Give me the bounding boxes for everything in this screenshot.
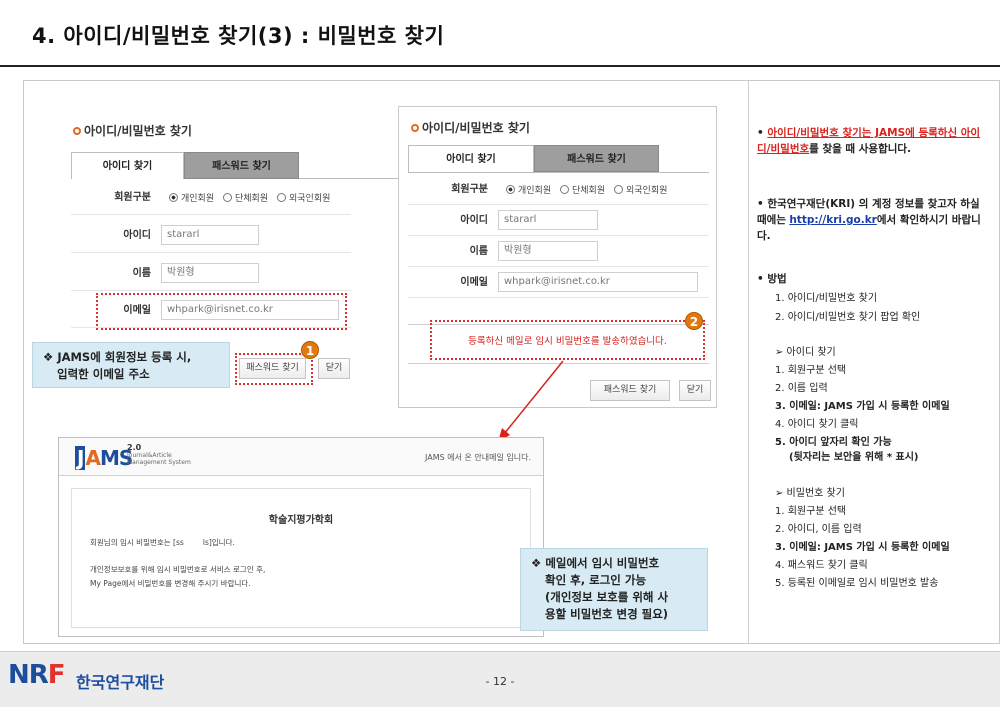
- id-find-title: ➢ 아이디 찾기: [775, 347, 836, 358]
- email-row: 이메일 whpark@irisnet.co.kr: [408, 267, 709, 298]
- arrow-icon: [498, 360, 564, 442]
- member-type-row: 회원구분 개인회원 단체회원 외국인회원: [408, 174, 709, 205]
- id-input[interactable]: stararl: [498, 210, 598, 230]
- member-type-radios[interactable]: 개인회원 단체회원 외국인회원: [163, 191, 330, 204]
- pw-find-step: 4. 패스워드 찾기 클릭: [775, 560, 868, 571]
- email-preview: J AMS 2.0 Journal&Article Management Syst…: [58, 437, 544, 637]
- pw-find-step: 5. 등록된 이메일로 임시 비밀번호 발송: [775, 578, 939, 589]
- notes-divider: [748, 81, 749, 643]
- tab-find-id[interactable]: 아이디 찾기: [408, 145, 534, 172]
- radio-foreigner[interactable]: [614, 185, 623, 194]
- email-line: My Page에서 비밀번호를 변경해 주시기 바랍니다.: [90, 579, 251, 588]
- radio-individual[interactable]: [506, 185, 515, 194]
- bullet-icon: [411, 124, 419, 132]
- organization-name: 한국연구재단: [76, 673, 165, 692]
- id-find-step: 3. 이메일: JAMS 가입 시 등록한 이메일: [775, 401, 950, 412]
- panel-title: 아이디/비밀번호 찾기: [411, 119, 530, 136]
- email-body: 학술지평가학회 회원님의 임시 비밀번호는 [ss ls]입니다. 개인정보보호…: [71, 488, 531, 628]
- id-row: 아이디 stararl: [71, 218, 351, 253]
- note-2: • 한국연구재단(KRI) 의 계정 정보를 찾고자 하실 때에는 http:/…: [757, 198, 981, 242]
- name-input[interactable]: 박원형: [161, 263, 259, 283]
- panel-title: 아이디/비밀번호 찾기: [73, 122, 192, 139]
- member-type-radios[interactable]: 개인회원 단체회원 외국인회원: [500, 183, 667, 196]
- jams-logo: J AMS: [75, 446, 133, 470]
- pw-find-step: 1. 회원구분 선택: [775, 506, 847, 517]
- step-2-badge: 2: [685, 312, 703, 330]
- radio-group[interactable]: [223, 193, 232, 202]
- tab-find-id[interactable]: 아이디 찾기: [71, 152, 184, 179]
- pw-find-step: 2. 아이디, 이름 입력: [775, 524, 862, 535]
- id-find-step: 2. 이름 입력: [775, 383, 828, 394]
- button-highlight: [235, 353, 313, 385]
- id-input[interactable]: stararl: [161, 225, 259, 245]
- sent-message: 등록하신 메일로 임시 비밀번호를 발송하였습니다.: [468, 336, 667, 347]
- radio-group[interactable]: [560, 185, 569, 194]
- radio-individual[interactable]: [169, 193, 178, 202]
- close-button[interactable]: 닫기: [679, 380, 711, 401]
- radio-foreigner[interactable]: [277, 193, 286, 202]
- step-1-badge: 1: [301, 341, 319, 359]
- kri-link[interactable]: http://kri.go.kr: [789, 214, 877, 226]
- email-highlight: [96, 293, 347, 330]
- nrf-logo: NRF: [8, 660, 66, 690]
- method-step: 1. 아이디/비밀번호 찾기: [775, 293, 878, 304]
- id-find-step: 1. 회원구분 선택: [775, 365, 847, 376]
- email-line: 회원님의 임시 비밀번호는 [ss ls]입니다.: [90, 538, 235, 547]
- society-name: 학술지평가학회: [268, 515, 334, 526]
- id-find-step: 5. 아이디 앞자리 확인 가능: [775, 437, 892, 448]
- name-input[interactable]: 박원형: [498, 241, 598, 261]
- find-password-button[interactable]: 패스워드 찾기: [590, 380, 670, 401]
- email-line: 개인정보보호를 위해 임시 비밀번호로 서비스 로그인 후,: [90, 565, 266, 574]
- email-input[interactable]: whpark@irisnet.co.kr: [498, 272, 698, 292]
- email-header-text: JAMS 에서 온 안내메일 입니다.: [425, 453, 531, 462]
- method-step: 2. 아이디/비밀번호 찾기 팝업 확인: [775, 312, 921, 323]
- id-find-step: 4. 아이디 찾기 클릭: [775, 419, 859, 430]
- method-title: • 방법: [757, 273, 787, 285]
- find-id-password-panel-left: 아이디/비밀번호 찾기 아이디 찾기 패스워드 찾기 회원구분 개인회원 단체회…: [63, 112, 426, 379]
- pw-find-title: ➢ 비밀번호 찾기: [775, 488, 845, 499]
- bullet-icon: [73, 127, 81, 135]
- name-row: 이름 박원형: [408, 236, 709, 267]
- tab-find-password[interactable]: 패스워드 찾기: [534, 145, 659, 172]
- id-row: 아이디 stararl: [408, 205, 709, 236]
- email-callout: ❖ JAMS에 회원정보 등록 시, 입력한 이메일 주소: [32, 342, 230, 388]
- id-find-step-note: (뒷자리는 보안을 위해 * 표시): [789, 452, 919, 463]
- member-type-row: 회원구분 개인회원 단체회원 외국인회원: [71, 180, 351, 215]
- page-title: 4. 아이디/비밀번호 찾기(3) : 비밀번호 찾기: [32, 24, 445, 48]
- page-number: - 12 -: [485, 675, 515, 688]
- pw-find-step: 3. 이메일: JAMS 가입 시 등록한 이메일: [775, 542, 950, 553]
- note-1: • 아이디/비밀번호 찾기는 JAMS에 등록하신 아이디/비밀번호를 찾을 때…: [757, 127, 981, 155]
- name-row: 이름 박원형: [71, 256, 351, 291]
- tab-find-password[interactable]: 패스워드 찾기: [184, 152, 299, 179]
- title-divider: [0, 65, 1000, 67]
- temp-password-callout: ❖ 메일에서 임시 비밀번호 확인 후, 로그인 가능 (개인정보 보호를 위해…: [520, 548, 708, 631]
- close-button[interactable]: 닫기: [318, 358, 350, 379]
